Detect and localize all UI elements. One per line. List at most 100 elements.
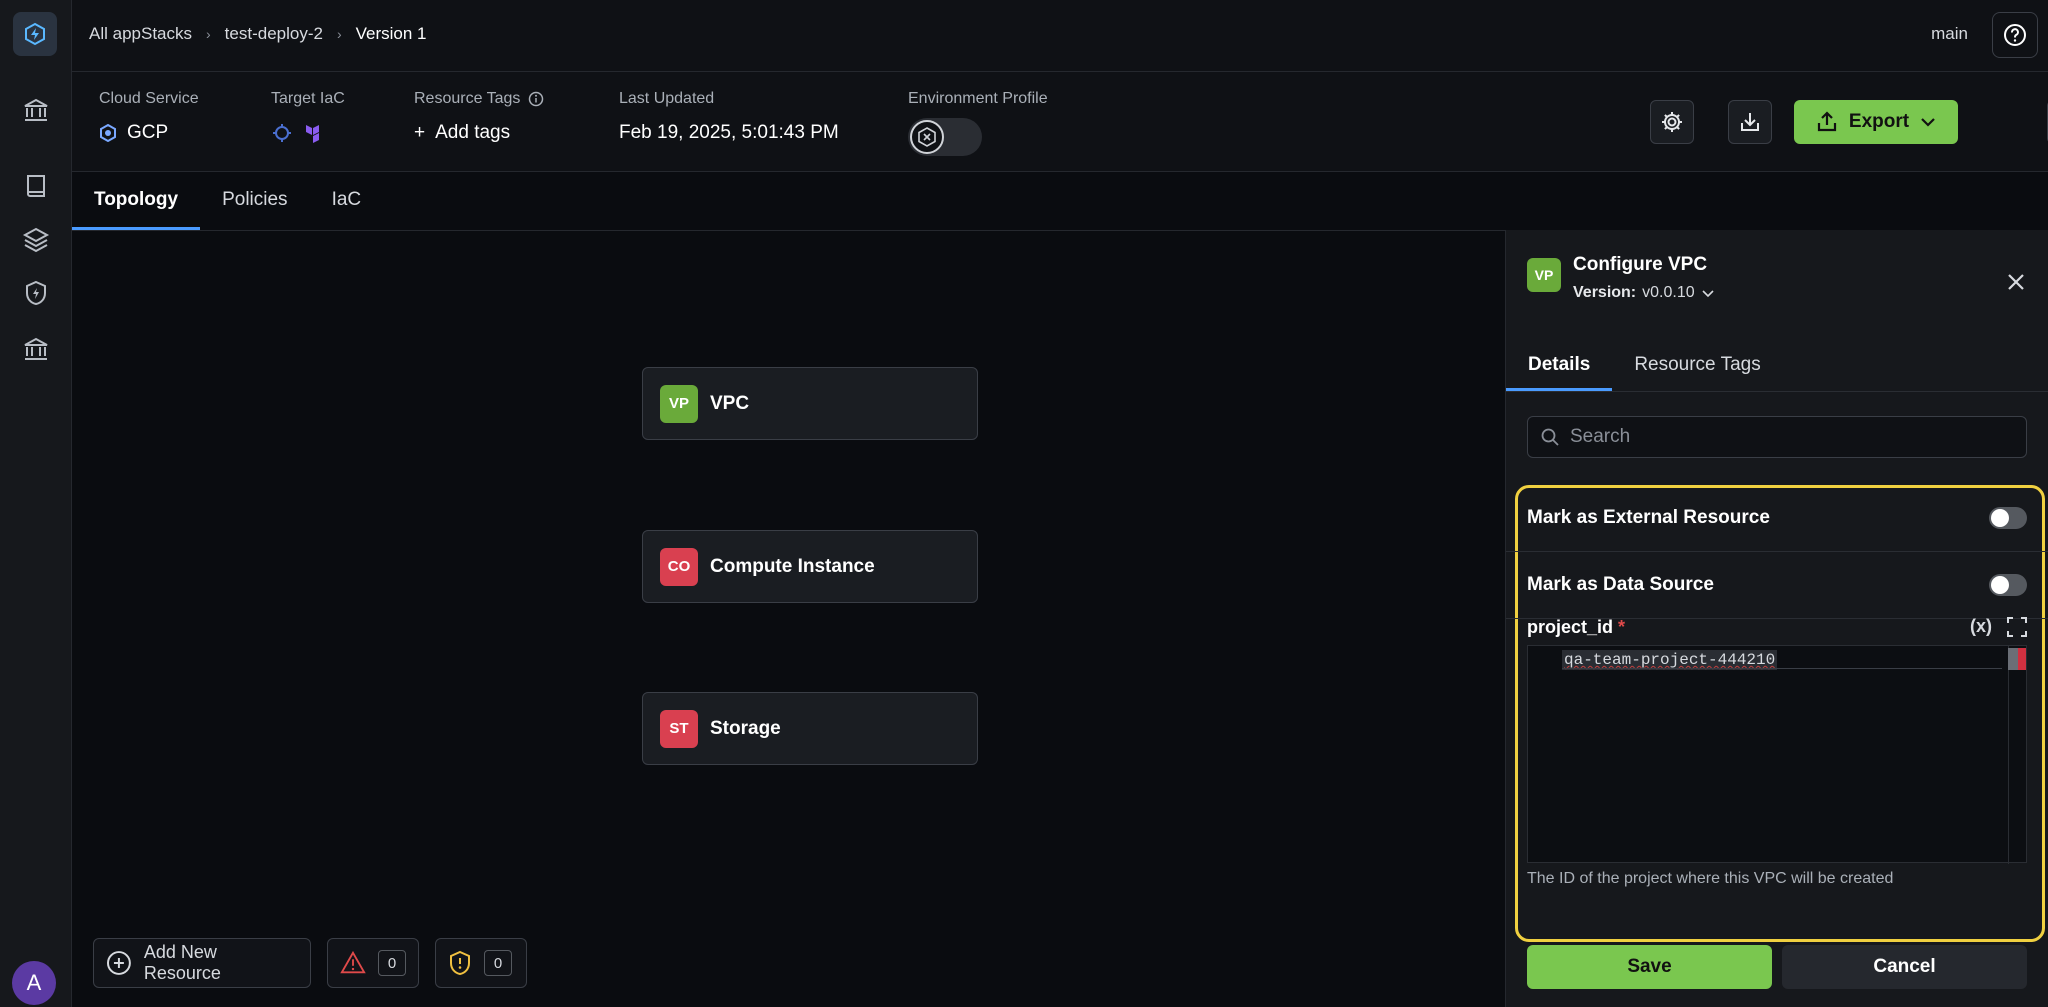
node-compute-instance[interactable]: CO Compute Instance bbox=[642, 530, 978, 603]
last-updated-label: Last Updated bbox=[619, 90, 715, 107]
external-resource-label: Mark as External Resource bbox=[1527, 507, 1770, 528]
project-id-label: project_id * bbox=[1527, 617, 1625, 638]
branch-label[interactable]: main bbox=[1931, 24, 1968, 44]
close-panel-button[interactable] bbox=[2004, 270, 2028, 294]
panel-tabs: Details Resource Tags bbox=[1506, 340, 2048, 392]
editor-line bbox=[1562, 668, 2002, 669]
policy-violations-button[interactable]: 0 bbox=[435, 938, 527, 988]
tab-topology[interactable]: Topology bbox=[72, 172, 201, 230]
plus-circle-icon bbox=[106, 951, 131, 975]
project-id-value: qa-team-project-444210 bbox=[1562, 650, 1778, 670]
last-updated-value: Feb 19, 2025, 5:01:43 PM bbox=[619, 122, 839, 143]
shield-alert-icon bbox=[450, 950, 470, 976]
data-source-label: Mark as Data Source bbox=[1527, 574, 1714, 595]
editor-scrollbar[interactable] bbox=[2008, 646, 2026, 864]
helm-icon bbox=[273, 124, 291, 142]
add-new-resource-label: Add New Resource bbox=[143, 942, 221, 983]
env-profile-label: Environment Profile bbox=[908, 90, 1048, 107]
left-nav-rail: A bbox=[0, 0, 72, 1007]
layers-icon[interactable] bbox=[22, 225, 50, 253]
terraform-icon bbox=[306, 125, 319, 143]
data-source-row: Mark as Data Source bbox=[1527, 552, 2027, 618]
policies-count: 0 bbox=[484, 950, 512, 976]
version-selector[interactable]: Version: v0.0.10 bbox=[1573, 284, 1715, 302]
cloud-service: Cloud Service GCP bbox=[99, 90, 199, 144]
required-marker: * bbox=[1618, 617, 1626, 637]
breadcrumb-root[interactable]: All appStacks bbox=[89, 24, 192, 44]
download-button[interactable] bbox=[1728, 100, 1772, 144]
search-icon bbox=[1541, 428, 1559, 446]
panel-tab-details[interactable]: Details bbox=[1506, 340, 1613, 391]
save-button[interactable]: Save bbox=[1527, 945, 1772, 989]
chevron-right-icon: › bbox=[336, 26, 342, 42]
bank-icon-2[interactable] bbox=[22, 335, 50, 363]
variable-hex-icon bbox=[918, 127, 936, 147]
user-avatar[interactable]: A bbox=[12, 961, 56, 1005]
env-profile-toggle[interactable] bbox=[908, 118, 982, 156]
chevron-down-icon bbox=[1702, 290, 1714, 298]
close-icon bbox=[2008, 274, 2024, 290]
logo-icon bbox=[25, 22, 45, 46]
cloud-service-label: Cloud Service bbox=[99, 90, 199, 107]
settings-button[interactable] bbox=[1650, 100, 1694, 144]
cancel-button[interactable]: Cancel bbox=[1782, 945, 2027, 989]
tab-policies[interactable]: Policies bbox=[200, 172, 309, 230]
export-button[interactable]: Export bbox=[1794, 100, 1958, 144]
help-button[interactable] bbox=[1992, 12, 2038, 58]
resource-tags-label: Resource Tags bbox=[414, 90, 521, 107]
version-label: Version: bbox=[1573, 284, 1637, 301]
node-label: VPC bbox=[710, 392, 750, 414]
external-resource-toggle[interactable] bbox=[1989, 507, 2027, 529]
gear-icon bbox=[1662, 112, 1682, 132]
download-icon bbox=[1741, 113, 1759, 131]
info-icon[interactable] bbox=[528, 91, 544, 107]
target-iac: Target IaC bbox=[271, 90, 345, 144]
top-bar: All appStacks › test-deploy-2 › Version … bbox=[72, 0, 2048, 72]
field-hint: The ID of the project where this VPC wil… bbox=[1527, 870, 1894, 887]
warnings-button[interactable]: 0 bbox=[327, 938, 419, 988]
node-badge: CO bbox=[660, 547, 698, 586]
node-badge: ST bbox=[660, 709, 698, 748]
shield-bolt-icon[interactable] bbox=[22, 279, 50, 307]
version-value: v0.0.10 bbox=[1642, 284, 1695, 301]
variable-icon[interactable]: (x) bbox=[1970, 616, 1992, 638]
book-icon[interactable] bbox=[22, 172, 50, 200]
project-id-editor[interactable]: qa-team-project-444210 bbox=[1527, 645, 2027, 864]
node-label: Storage bbox=[710, 717, 781, 739]
upload-icon bbox=[1817, 111, 1837, 132]
main-tabs: Topology Policies IaC bbox=[72, 172, 383, 230]
question-icon bbox=[2004, 24, 2026, 46]
node-label: Compute Instance bbox=[710, 555, 875, 577]
external-resource-row: Mark as External Resource bbox=[1527, 485, 2027, 551]
breadcrumb-version: Version 1 bbox=[355, 24, 427, 43]
app-logo[interactable] bbox=[13, 12, 57, 56]
node-storage[interactable]: ST Storage bbox=[642, 692, 978, 765]
error-marker bbox=[2018, 648, 2026, 670]
last-updated: Last Updated Feb 19, 2025, 5:01:43 PM bbox=[619, 90, 839, 144]
resource-tags: Resource Tags + Add tags bbox=[414, 90, 544, 144]
configure-panel: VP Configure VPC Version: v0.0.10 Detail… bbox=[1505, 230, 2048, 1007]
breadcrumb: All appStacks › test-deploy-2 › Version … bbox=[89, 24, 427, 44]
tab-iac[interactable]: IaC bbox=[310, 172, 384, 230]
gcp-icon bbox=[100, 124, 116, 142]
breadcrumb-project[interactable]: test-deploy-2 bbox=[225, 24, 323, 44]
search-input[interactable] bbox=[1570, 426, 2010, 448]
environment-profile: Environment Profile bbox=[908, 90, 1048, 156]
bank-icon[interactable] bbox=[22, 96, 50, 124]
add-tags-button[interactable]: + Add tags bbox=[414, 122, 544, 144]
add-tags-label: Add tags bbox=[435, 122, 511, 143]
cloud-service-value: GCP bbox=[127, 122, 169, 143]
panel-badge: VP bbox=[1527, 258, 1561, 292]
panel-title: Configure VPC bbox=[1573, 254, 1708, 275]
add-new-resource-button[interactable]: Add New Resource bbox=[93, 938, 311, 988]
panel-tab-resource-tags[interactable]: Resource Tags bbox=[1612, 340, 1782, 391]
expand-icon[interactable] bbox=[2006, 616, 2028, 638]
field-name: project_id bbox=[1527, 617, 1614, 637]
meta-bar: Cloud Service GCP Target IaC Resource Ta… bbox=[72, 72, 2048, 172]
panel-header: VP Configure VPC Version: v0.0.10 bbox=[1527, 254, 1715, 302]
chevron-right-icon: › bbox=[206, 26, 211, 42]
node-vpc[interactable]: VP VPC bbox=[642, 367, 978, 440]
target-iac-label: Target IaC bbox=[271, 90, 345, 107]
plus-icon: + bbox=[414, 122, 426, 143]
data-source-toggle[interactable] bbox=[1989, 574, 2027, 596]
